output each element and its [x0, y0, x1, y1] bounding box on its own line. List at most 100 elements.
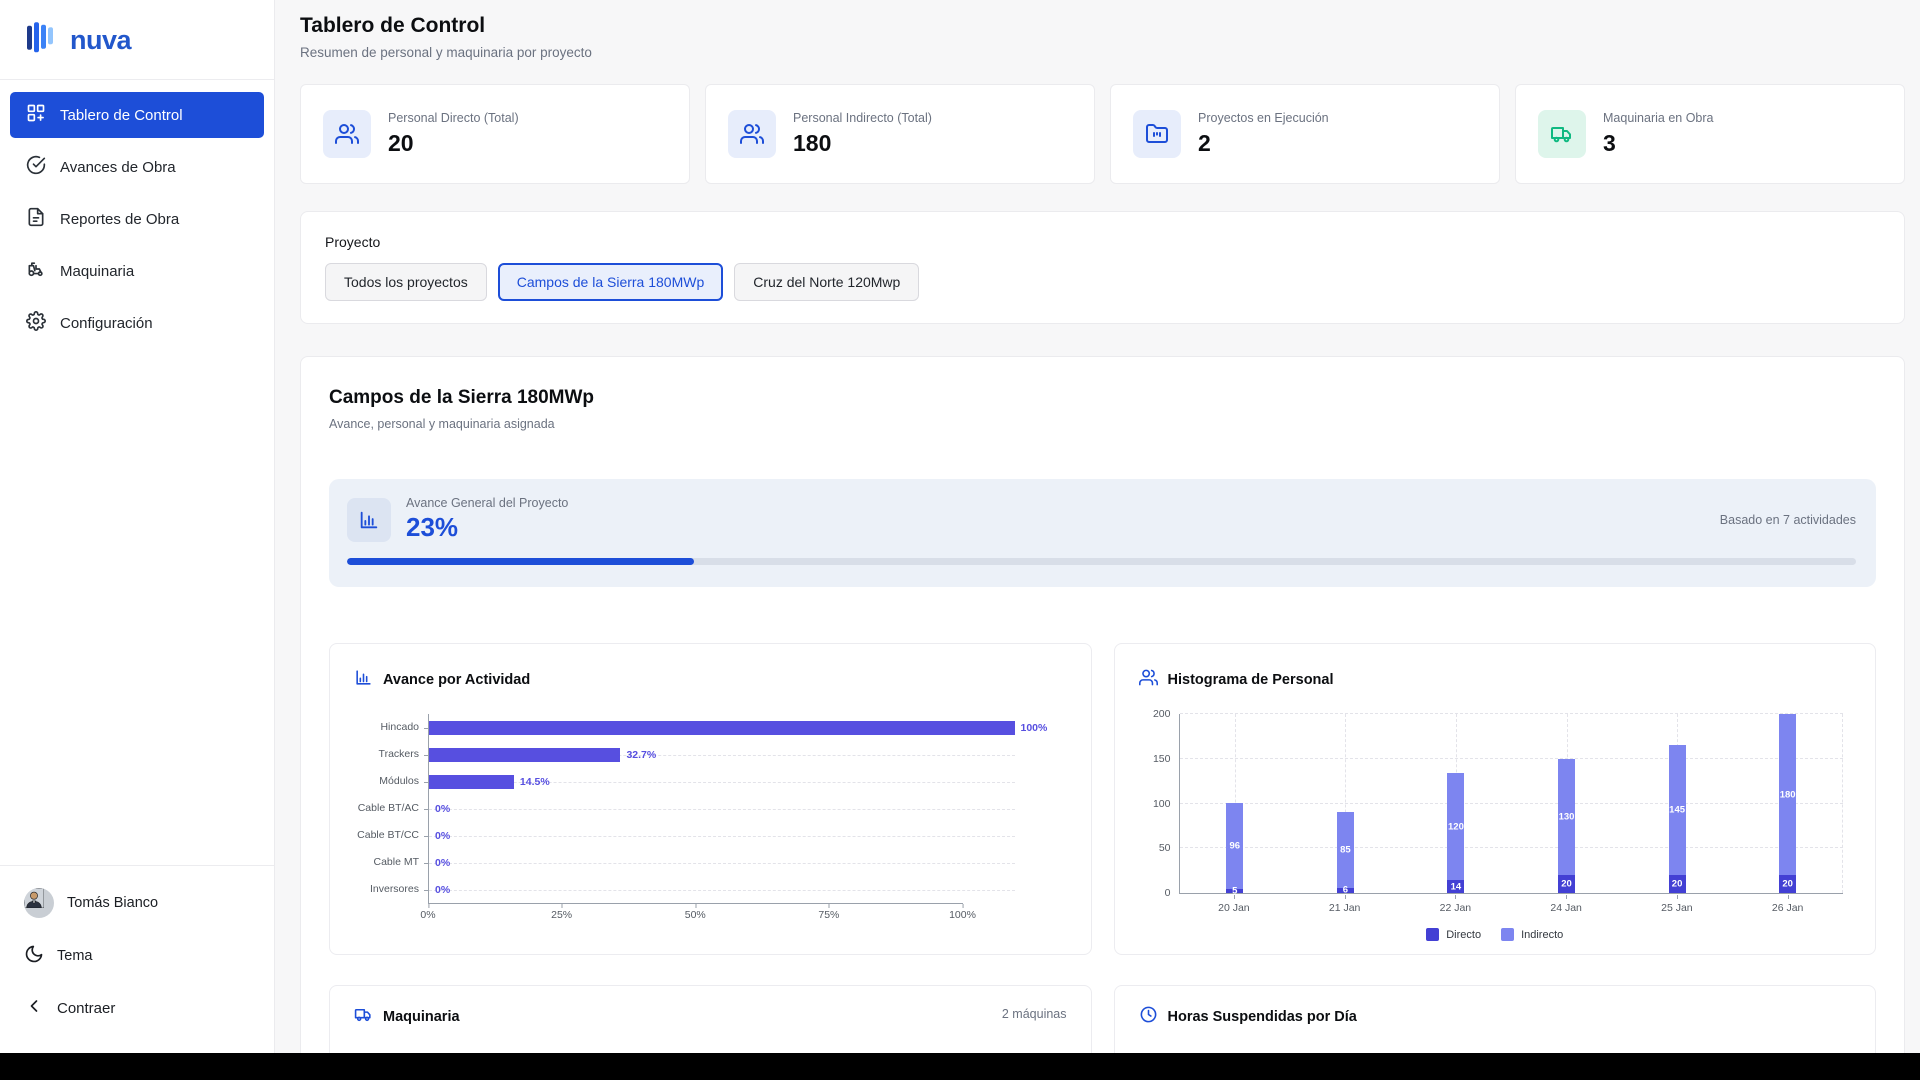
page-title: Tablero de Control: [300, 14, 1905, 38]
vbar-column: 965: [1226, 714, 1243, 893]
bar-chart-icon: [347, 498, 391, 542]
kpi-value: 20: [388, 130, 519, 157]
progress-banner: Avance General del Proyecto 23% Basado e…: [329, 479, 1876, 587]
collapse-label: Contraer: [57, 1000, 115, 1017]
gear-icon: [26, 311, 46, 335]
progress-value: 23%: [406, 512, 568, 543]
kpi-value: 180: [793, 130, 932, 157]
hbar-bar: [429, 748, 620, 762]
vbar-x-axis: 20 Jan21 Jan22 Jan24 Jan25 Jan26 Jan: [1179, 894, 1844, 914]
avatar: [24, 888, 54, 918]
document-icon: [26, 207, 46, 231]
project-subtitle: Avance, personal y maquinaria asignada: [329, 417, 1876, 431]
project-filter-card: Proyecto Todos los proyectos Campos de l…: [300, 211, 1905, 324]
theme-label: Tema: [57, 948, 92, 964]
users-icon: [323, 110, 371, 158]
machine-count-badge: 2 máquinas: [1002, 1005, 1067, 1021]
hbar-row: Hincado100%: [354, 714, 1015, 741]
vbar-column: 14520: [1669, 714, 1686, 893]
theme-toggle[interactable]: Tema: [18, 938, 256, 974]
kpi-card-maquinaria: Maquinaria en Obra 3: [1515, 84, 1905, 184]
vbar-column: 18020: [1779, 714, 1796, 893]
sidebar-item-label: Configuración: [60, 315, 153, 332]
card-title: Maquinaria: [383, 1009, 460, 1025]
chart-title: Avance por Actividad: [383, 672, 530, 688]
sidebar-nav: Tablero de Control Avances de Obra Repor…: [0, 80, 274, 362]
sidebar-item-reportes[interactable]: Reportes de Obra: [10, 196, 264, 242]
hbar-bar: [429, 721, 1015, 735]
truck-icon: [1538, 110, 1586, 158]
hbar-row: Inversores0%: [354, 876, 1015, 903]
sidebar: nuva Tablero de Control Avances de Obra: [0, 0, 275, 1080]
users-icon: [1139, 668, 1158, 692]
filter-option-todos[interactable]: Todos los proyectos: [325, 263, 487, 301]
user-menu[interactable]: Tomás Bianco: [18, 882, 256, 924]
hbar-x-axis: 0%25%50%75%100%: [428, 903, 963, 925]
chart-histograma-personal: Histograma de Personal 05010015020096585…: [1114, 643, 1877, 955]
filter-label: Proyecto: [325, 234, 1880, 250]
project-detail-card: Campos de la Sierra 180MWp Avance, perso…: [300, 356, 1905, 1080]
main-content: Tablero de Control Resumen de personal y…: [275, 0, 1920, 1080]
filter-buttons: Todos los proyectos Campos de la Sierra …: [325, 263, 1880, 301]
hbar-row: Trackers32.7%: [354, 741, 1015, 768]
sidebar-item-label: Tablero de Control: [60, 107, 183, 124]
vbar-column: 13020: [1558, 714, 1575, 893]
kpi-card-personal-indirecto: Personal Indirecto (Total) 180: [705, 84, 1095, 184]
hbar-row: Módulos14.5%: [354, 768, 1015, 795]
sidebar-item-label: Avances de Obra: [60, 159, 176, 176]
kpi-card-proyectos: Proyectos en Ejecución 2: [1110, 84, 1500, 184]
vbar-column: 856: [1337, 714, 1354, 893]
folder-icon: [1133, 110, 1181, 158]
kpi-value: 2: [1198, 130, 1329, 157]
kpi-label: Personal Directo (Total): [388, 111, 519, 125]
hbar-row: Cable BT/CC0%: [354, 822, 1015, 849]
moon-icon: [24, 944, 44, 968]
kpi-label: Maquinaria en Obra: [1603, 111, 1713, 125]
legend-item-indirecto[interactable]: Indirecto: [1501, 928, 1563, 941]
bottom-black-bar: [0, 1053, 1920, 1080]
progress-bar: [347, 558, 1856, 565]
hbar-bar: [429, 775, 514, 789]
filter-option-campos-sierra[interactable]: Campos de la Sierra 180MWp: [498, 263, 724, 301]
card-title: Horas Suspendidas por Día: [1168, 1009, 1357, 1025]
chart-legend: Directo Indirecto: [1139, 928, 1852, 941]
kpi-card-personal-directo: Personal Directo (Total) 20: [300, 84, 690, 184]
sidebar-item-label: Reportes de Obra: [60, 211, 179, 228]
brand-logo[interactable]: nuva: [0, 0, 274, 79]
sidebar-item-label: Maquinaria: [60, 263, 134, 280]
vbar-plot: 05010015020096585612014130201452018020 2…: [1139, 714, 1852, 941]
check-circle-icon: [26, 155, 46, 179]
truck-icon: [354, 1005, 373, 1029]
filter-option-cruz-norte[interactable]: Cruz del Norte 120Mwp: [734, 263, 919, 301]
progress-note: Basado en 7 actividades: [1720, 513, 1856, 527]
chevron-left-icon: [24, 996, 44, 1020]
hbar-plot: Hincado100%Trackers32.7%Módulos14.5%Cabl…: [354, 714, 1067, 925]
charts-row: Avance por Actividad Hincado100%Trackers…: [329, 643, 1876, 955]
page-subtitle: Resumen de personal y maquinaria por pro…: [300, 45, 1905, 60]
chart-title: Histograma de Personal: [1168, 672, 1334, 688]
sidebar-item-maquinaria[interactable]: Maquinaria: [10, 248, 264, 294]
users-icon: [728, 110, 776, 158]
dashboard-icon: [26, 103, 46, 127]
sidebar-item-configuracion[interactable]: Configuración: [10, 300, 264, 346]
bar-chart-icon: [354, 668, 373, 692]
sidebar-item-avances[interactable]: Avances de Obra: [10, 144, 264, 190]
project-title: Campos de la Sierra 180MWp: [329, 387, 1876, 409]
kpi-label: Proyectos en Ejecución: [1198, 111, 1329, 125]
user-name: Tomás Bianco: [67, 895, 158, 911]
sidebar-item-tablero[interactable]: Tablero de Control: [10, 92, 264, 138]
nuva-logo-icon: [26, 20, 58, 61]
hbar-row: Cable MT0%: [354, 849, 1015, 876]
legend-item-directo[interactable]: Directo: [1426, 928, 1481, 941]
collapse-sidebar-button[interactable]: Contraer: [18, 990, 256, 1026]
progress-bar-fill: [347, 558, 694, 565]
tractor-icon: [26, 259, 46, 283]
progress-label: Avance General del Proyecto: [406, 496, 568, 510]
kpi-row: Personal Directo (Total) 20 Personal Ind…: [300, 84, 1905, 184]
clock-icon: [1139, 1005, 1158, 1029]
hbar-row: Cable BT/AC0%: [354, 795, 1015, 822]
chart-avance-actividad: Avance por Actividad Hincado100%Trackers…: [329, 643, 1092, 955]
brand-name: nuva: [70, 25, 131, 56]
sidebar-footer: Tomás Bianco Tema Contraer: [0, 865, 274, 1080]
kpi-value: 3: [1603, 130, 1713, 157]
